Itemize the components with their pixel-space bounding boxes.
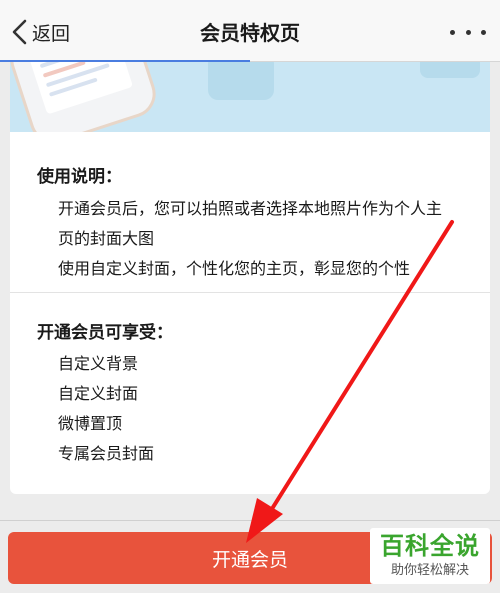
page-title: 会员特权页	[200, 20, 300, 45]
watermark-main-text: 百科全说	[380, 532, 480, 560]
nav-bar: 会员特权页 返回	[0, 0, 500, 62]
benefit-item: 微博置顶	[58, 414, 123, 433]
back-button[interactable]: 返回	[10, 14, 70, 50]
more-dots-icon	[450, 29, 455, 35]
benefit-item: 自定义背景	[58, 354, 139, 373]
usage-line: 使用自定义封面，个性化您的主页，彰显您的个性	[58, 259, 411, 278]
banner-decoration	[420, 62, 480, 78]
banner-image	[10, 62, 490, 132]
usage-section-title: 使用说明：	[37, 167, 122, 187]
watermark-logo: 百科全说 助你轻松解决	[370, 528, 490, 584]
benefit-item: 专属会员封面	[58, 444, 155, 463]
watermark-sub-text: 助你轻松解决	[390, 563, 469, 578]
banner-decoration	[208, 62, 274, 100]
more-button[interactable]	[450, 20, 486, 44]
section-divider	[10, 292, 490, 293]
back-label: 返回	[32, 22, 71, 45]
usage-line: 页的封面大图	[58, 229, 155, 248]
benefits-section-title: 开通会员可享受：	[37, 323, 173, 343]
chevron-left-icon	[12, 19, 27, 45]
benefit-item: 自定义封面	[58, 384, 139, 403]
content-card: 使用说明： 开通会员后，您可以拍照或者选择本地照片作为个人主 页的封面大图 使用…	[10, 132, 490, 494]
usage-line: 开通会员后，您可以拍照或者选择本地照片作为个人主	[58, 199, 443, 218]
